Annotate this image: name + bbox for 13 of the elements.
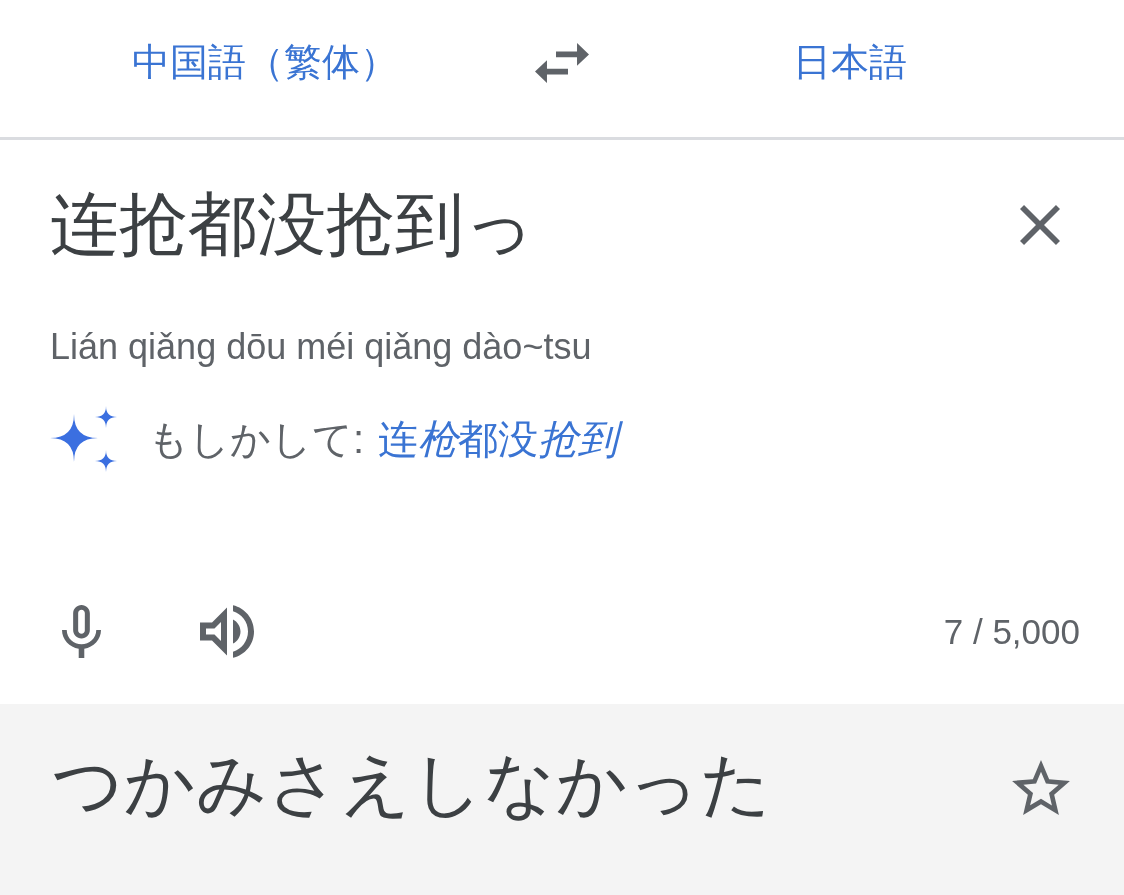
- speaker-icon[interactable]: [200, 605, 254, 658]
- suggestion-link[interactable]: 连枪都没抢到: [378, 415, 627, 463]
- source-language-button[interactable]: 中国語（繁体）: [132, 39, 398, 86]
- star-icon[interactable]: [1012, 760, 1070, 815]
- target-language-button[interactable]: 日本語: [793, 39, 907, 86]
- swap-icon[interactable]: [535, 42, 589, 83]
- clear-icon[interactable]: [1020, 205, 1060, 246]
- source-text-input[interactable]: 连抢都没抢到っ: [50, 184, 535, 267]
- character-count: 7 / 5,000: [943, 610, 1080, 653]
- microphone-icon[interactable]: [62, 605, 101, 658]
- suggestion-label: もしかして:: [148, 416, 365, 463]
- romanization-text: Lián qiǎng dōu méi qiǎng dào~tsu: [50, 324, 592, 368]
- translation-text: つかみさえしなかった: [52, 744, 772, 825]
